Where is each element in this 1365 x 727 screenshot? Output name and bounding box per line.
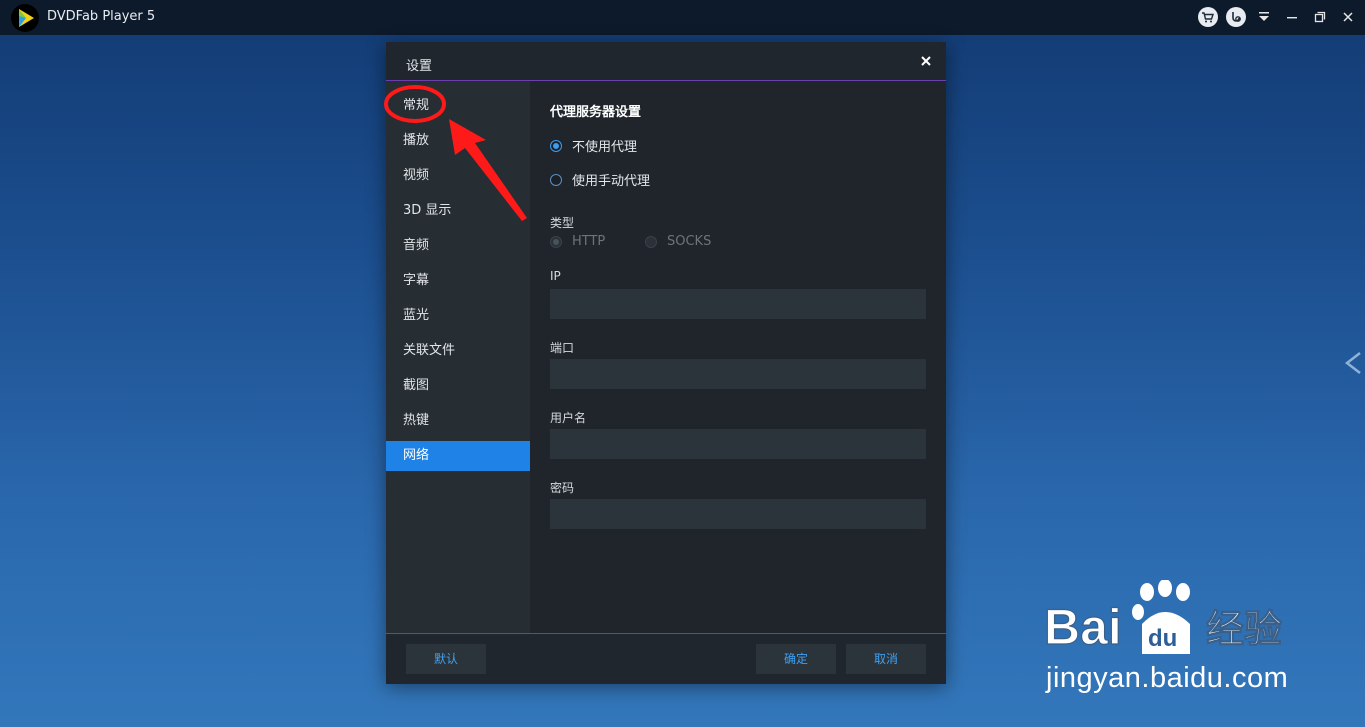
sidebar-item-file-association[interactable]: 关联文件 — [386, 336, 530, 366]
menu-dropdown-icon[interactable] — [1253, 6, 1275, 28]
radio-manual-proxy[interactable]: 使用手动代理 — [550, 170, 650, 189]
watermark-url: jingyan.baidu.com — [1046, 662, 1289, 694]
sidebar-item-video[interactable]: 视频 — [386, 161, 530, 191]
port-input[interactable] — [550, 359, 926, 389]
sidebar-item-screenshot[interactable]: 截图 — [386, 371, 530, 401]
ip-input[interactable] — [550, 289, 926, 319]
radio-indicator[interactable] — [550, 235, 562, 248]
restore-icon[interactable] — [1309, 6, 1331, 28]
sidebar-item-playback[interactable]: 播放 — [386, 126, 530, 156]
app-title: DVDFab Player 5 — [47, 9, 156, 24]
port-label: 端口 — [550, 341, 575, 355]
dialog-close-icon[interactable] — [918, 53, 934, 69]
radio-label: HTTP — [572, 234, 606, 249]
svg-text:du: du — [1148, 625, 1177, 652]
baidu-watermark-logo: Bai du 经验 — [1044, 580, 1283, 656]
plugin-icon[interactable] — [1225, 6, 1247, 28]
type-label: 类型 — [550, 216, 575, 230]
username-input[interactable] — [550, 429, 926, 459]
radio-label: 使用手动代理 — [572, 174, 651, 189]
close-icon[interactable] — [1337, 6, 1359, 28]
password-input[interactable] — [550, 499, 926, 529]
window-controls — [1197, 6, 1359, 28]
ip-label: IP — [550, 269, 561, 283]
sidebar-item-hotkeys[interactable]: 热键 — [386, 406, 530, 436]
settings-sidebar: 常规 播放 视频 3D 显示 音频 字幕 蓝光 关联文件 截图 热键 网络 — [386, 81, 530, 633]
minimize-icon[interactable] — [1281, 6, 1303, 28]
dialog-footer: 默认 确定 取消 — [386, 633, 946, 684]
sidebar-item-3d-display[interactable]: 3D 显示 — [386, 196, 530, 226]
radio-no-proxy[interactable]: 不使用代理 — [550, 136, 637, 155]
settings-content: 代理服务器设置 不使用代理 使用手动代理 类型 HTTP SOCKS IP 端口… — [530, 81, 946, 633]
dialog-header: 设置 — [386, 42, 946, 81]
radio-http[interactable]: HTTP — [550, 234, 605, 249]
svg-text:经验: 经验 — [1206, 607, 1282, 651]
section-title: 代理服务器设置 — [550, 105, 642, 120]
sidebar-item-network[interactable]: 网络 — [386, 441, 530, 471]
dialog-title: 设置 — [406, 59, 433, 74]
sidebar-item-bluray[interactable]: 蓝光 — [386, 301, 530, 331]
default-button[interactable]: 默认 — [406, 644, 486, 674]
username-label: 用户名 — [550, 411, 587, 425]
radio-indicator[interactable] — [550, 139, 562, 152]
sidebar-item-subtitles[interactable]: 字幕 — [386, 266, 530, 296]
radio-indicator[interactable] — [550, 173, 562, 186]
cart-icon[interactable] — [1197, 6, 1219, 28]
radio-socks[interactable]: SOCKS — [645, 234, 711, 249]
ok-button[interactable]: 确定 — [756, 644, 836, 674]
collapse-panel-arrow-icon[interactable] — [1343, 350, 1363, 376]
sidebar-item-general[interactable]: 常规 — [386, 91, 530, 121]
settings-dialog: 设置 常规 播放 视频 3D 显示 音频 字幕 蓝光 关联文件 截图 热键 网络… — [386, 42, 946, 684]
app-logo-icon — [11, 4, 39, 32]
radio-indicator[interactable] — [645, 235, 657, 248]
svg-text:Bai: Bai — [1044, 599, 1122, 655]
title-bar: DVDFab Player 5 — [0, 0, 1365, 35]
password-label: 密码 — [550, 481, 575, 495]
cancel-button[interactable]: 取消 — [846, 644, 926, 674]
radio-label: 不使用代理 — [572, 140, 638, 155]
sidebar-item-audio[interactable]: 音频 — [386, 231, 530, 261]
radio-label: SOCKS — [667, 234, 712, 249]
